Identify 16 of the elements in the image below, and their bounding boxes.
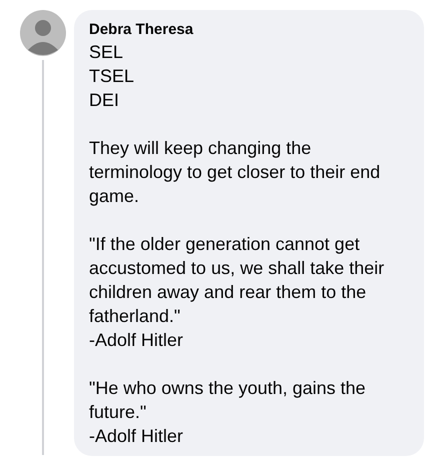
- comment-line: fatherland.": [89, 305, 180, 328]
- comment-line: "He who owns the youth, gains the: [89, 377, 366, 400]
- comment-line: They will keep changing the: [89, 137, 312, 160]
- comment-line: -Adolf Hitler: [89, 425, 184, 448]
- comment-line: terminology to get closer to their end: [89, 161, 380, 184]
- comment-line: children away and rear them to the: [89, 281, 366, 304]
- author-name[interactable]: Debra Theresa: [89, 21, 409, 39]
- comment-line: TSEL: [89, 65, 134, 88]
- comment-line: DEI: [89, 89, 120, 112]
- comment-line: future.": [89, 401, 146, 424]
- comment-line: accustomed to us, we shall take their: [89, 257, 384, 280]
- comment-line: SEL: [89, 41, 124, 64]
- comment-line: -Adolf Hitler: [89, 329, 184, 352]
- comment-line: game.: [89, 185, 140, 208]
- avatar-icon[interactable]: [20, 10, 66, 56]
- comment-line: "If the older generation cannot get: [89, 233, 360, 256]
